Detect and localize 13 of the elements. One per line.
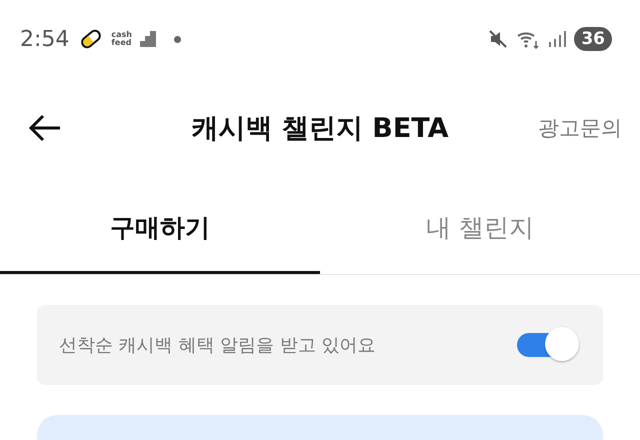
back-icon[interactable]: [28, 114, 62, 142]
tab[interactable]: 내 챌린지: [320, 178, 640, 274]
ad-inquiry-link[interactable]: 광고문의: [538, 114, 622, 142]
page-title: 캐시백 챌린지 BETA: [191, 112, 449, 146]
mute-icon: [488, 29, 508, 49]
tab[interactable]: 구매하기: [0, 178, 320, 274]
notice-text: 선착순 캐시백 혜택 알림을 받고 있어요: [59, 334, 376, 357]
signal-icon: [548, 30, 566, 48]
stairs-icon: [140, 31, 156, 47]
app-logo: cash feed: [111, 31, 132, 47]
battery-level: 36: [574, 27, 612, 51]
notification-dot: [174, 36, 182, 42]
status-time: 2:54: [20, 26, 70, 52]
